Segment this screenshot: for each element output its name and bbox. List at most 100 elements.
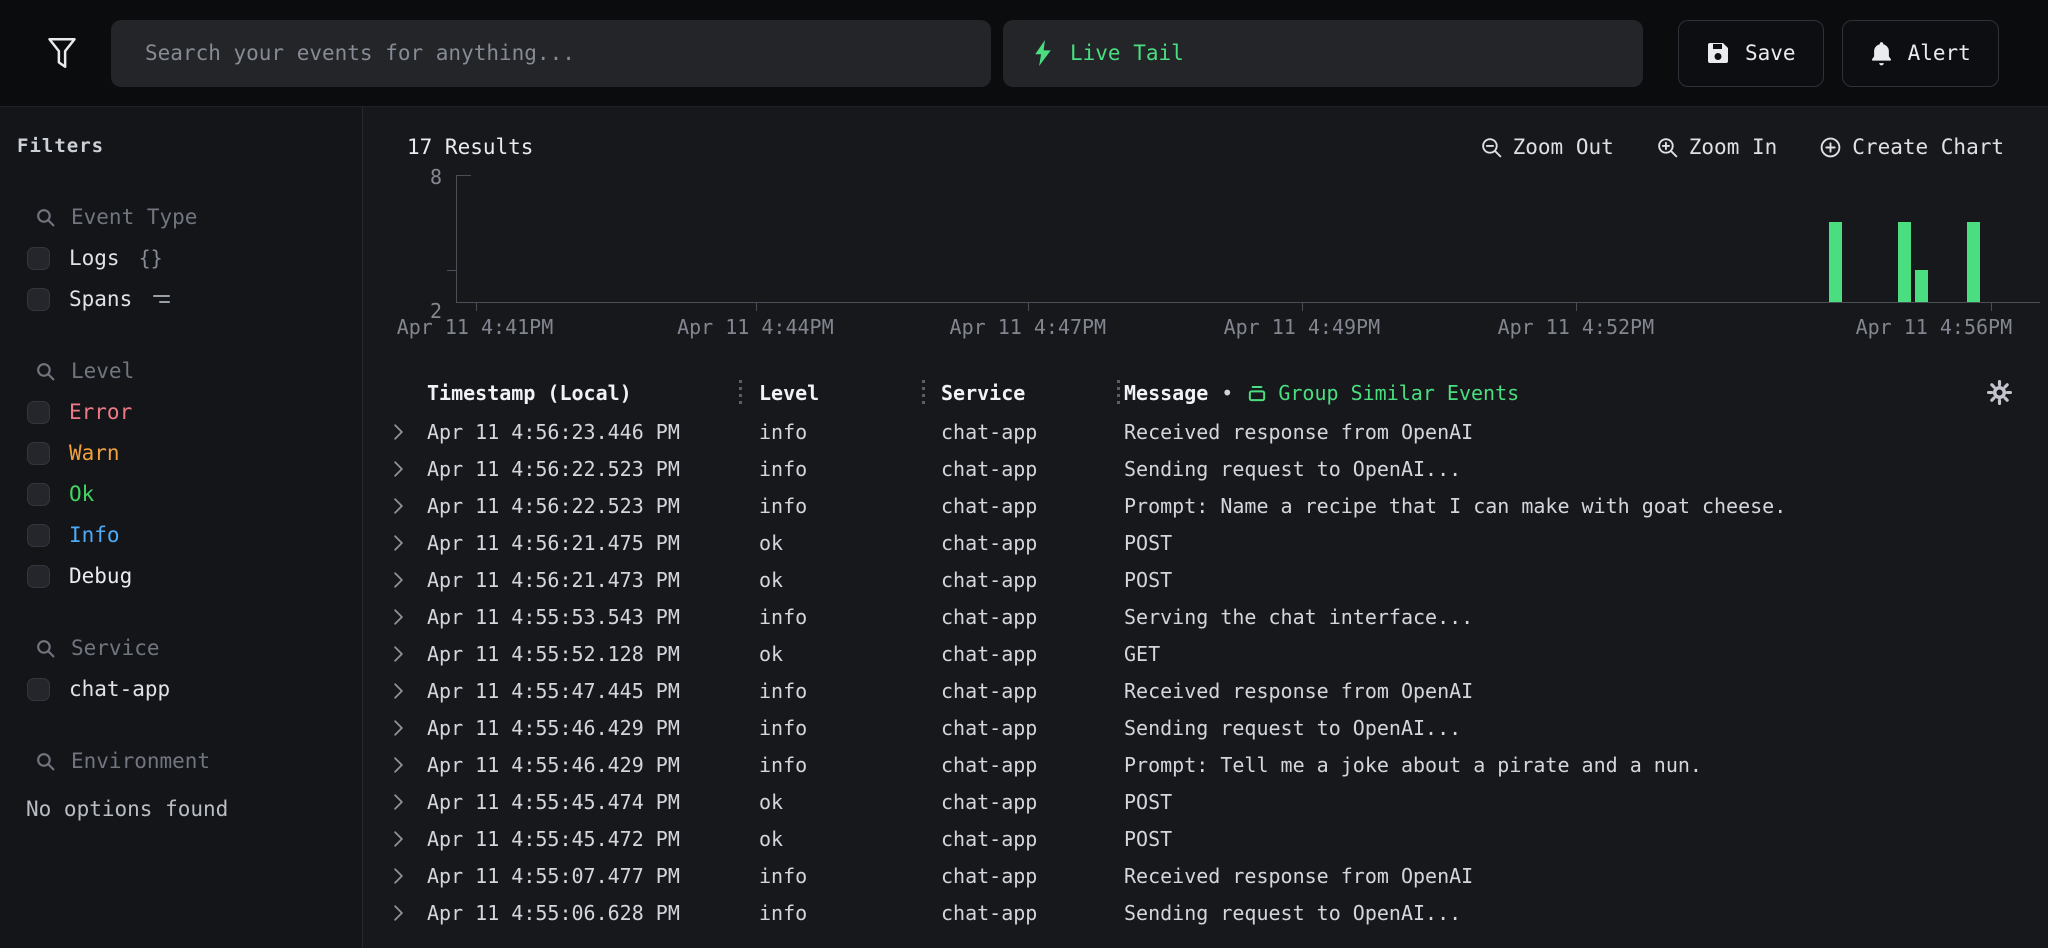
x-axis-label: Apr 11 4:52PM <box>1498 315 1655 339</box>
event-service: chat-app <box>941 568 1124 592</box>
results-header: 17 Results Zoom Out Zoom In <box>363 107 2048 159</box>
zoom-in-label: Zoom In <box>1689 135 1778 159</box>
zoom-in-button[interactable]: Zoom In <box>1656 135 1778 159</box>
no-options-text: No options found <box>26 797 362 821</box>
event-level: info <box>759 679 941 703</box>
level-label: Error <box>69 400 132 424</box>
filter-item-level[interactable]: Debug <box>27 564 362 588</box>
level-search[interactable]: Level <box>35 359 362 383</box>
y-axis-tick-mark <box>447 270 457 271</box>
chart-plot[interactable] <box>456 175 2040 303</box>
save-button[interactable]: Save <box>1678 20 1824 87</box>
chevron-right-icon[interactable] <box>391 534 427 552</box>
event-row[interactable]: Apr 11 4:56:22.523 PM info chat-app Send… <box>363 450 2048 487</box>
event-level: info <box>759 494 941 518</box>
chevron-right-icon[interactable] <box>391 497 427 515</box>
alert-button[interactable]: Alert <box>1842 20 1999 87</box>
filter-funnel-icon[interactable] <box>44 36 80 70</box>
filter-item-logs[interactable]: Logs {} <box>27 246 362 270</box>
chevron-right-icon[interactable] <box>391 719 427 737</box>
level-checkbox[interactable] <box>27 565 50 588</box>
event-timestamp: Apr 11 4:55:47.445 PM <box>427 679 759 703</box>
event-row[interactable]: Apr 11 4:55:45.474 PM ok chat-app POST <box>363 783 2048 820</box>
chevron-right-icon[interactable] <box>391 830 427 848</box>
level-column-resize-handle[interactable] <box>739 380 742 406</box>
event-level: ok <box>759 568 941 592</box>
group-similar-events-label: Group Similar Events <box>1278 381 1519 405</box>
event-level: info <box>759 605 941 629</box>
event-row[interactable]: Apr 11 4:55:07.477 PM info chat-app Rece… <box>363 857 2048 894</box>
environment-search[interactable]: Environment <box>35 749 362 773</box>
chevron-right-icon[interactable] <box>391 867 427 885</box>
group-similar-events-button[interactable]: Group Similar Events <box>1246 381 1519 405</box>
chevron-right-icon[interactable] <box>391 793 427 811</box>
level-checkbox[interactable] <box>27 483 50 506</box>
y-axis-top-cap <box>457 175 471 176</box>
level-checkbox[interactable] <box>27 442 50 465</box>
event-message: POST <box>1124 790 2012 814</box>
search-placeholder: Search your events for anything... <box>145 41 575 65</box>
chevron-right-icon[interactable] <box>391 682 427 700</box>
event-row[interactable]: Apr 11 4:55:53.543 PM info chat-app Serv… <box>363 598 2048 635</box>
timestamp-column-header[interactable]: Timestamp (Local) <box>427 381 759 405</box>
alert-label: Alert <box>1908 41 1971 65</box>
level-label: Debug <box>69 564 132 588</box>
event-row[interactable]: Apr 11 4:56:21.475 PM ok chat-app POST <box>363 524 2048 561</box>
create-chart-button[interactable]: Create Chart <box>1819 135 2004 159</box>
message-column-resize-handle[interactable] <box>1117 380 1120 406</box>
event-row[interactable]: Apr 11 4:55:46.429 PM info chat-app Prom… <box>363 746 2048 783</box>
service-column-header[interactable]: Service <box>941 381 1124 405</box>
event-row[interactable]: Apr 11 4:55:52.128 PM ok chat-app GET <box>363 635 2048 672</box>
event-row[interactable]: Apr 11 4:56:23.446 PM info chat-app Rece… <box>363 413 2048 450</box>
event-timestamp: Apr 11 4:55:46.429 PM <box>427 716 759 740</box>
zoom-out-label: Zoom Out <box>1513 135 1614 159</box>
event-timestamp: Apr 11 4:55:52.128 PM <box>427 642 759 666</box>
spans-checkbox[interactable] <box>27 288 50 311</box>
event-row[interactable]: Apr 11 4:55:46.429 PM info chat-app Send… <box>363 709 2048 746</box>
chevron-right-icon[interactable] <box>391 423 427 441</box>
filter-item-level[interactable]: Error <box>27 400 362 424</box>
message-header-label[interactable]: Message <box>1124 381 1208 405</box>
filter-item-level[interactable]: Info <box>27 523 362 547</box>
events-histogram: 8 2 Apr 11 4:41PMApr 11 4:44PMApr 11 4:4… <box>456 175 2040 343</box>
filter-item-chat-app[interactable]: chat-app <box>27 677 362 701</box>
event-row[interactable]: Apr 11 4:55:47.445 PM info chat-app Rece… <box>363 672 2048 709</box>
event-level: ok <box>759 827 941 851</box>
event-row[interactable]: Apr 11 4:56:22.523 PM info chat-app Prom… <box>363 487 2048 524</box>
chevron-right-icon[interactable] <box>391 571 427 589</box>
live-tail-button[interactable]: Live Tail <box>1003 20 1643 87</box>
level-checkbox[interactable] <box>27 401 50 424</box>
service-search[interactable]: Service <box>35 636 362 660</box>
level-column-header[interactable]: Level <box>759 381 941 405</box>
event-service: chat-app <box>941 679 1124 703</box>
event-message: Received response from OpenAI <box>1124 864 2012 888</box>
level-checkbox[interactable] <box>27 524 50 547</box>
chevron-right-icon[interactable] <box>391 904 427 922</box>
filter-item-spans[interactable]: Spans <box>27 287 362 311</box>
lightning-bolt-icon <box>1033 40 1053 66</box>
search-input[interactable]: Search your events for anything... <box>111 20 991 87</box>
event-timestamp: Apr 11 4:56:21.473 PM <box>427 568 759 592</box>
service-column-resize-handle[interactable] <box>922 380 925 406</box>
logs-checkbox[interactable] <box>27 247 50 270</box>
chat-app-label: chat-app <box>69 677 170 701</box>
chat-app-checkbox[interactable] <box>27 678 50 701</box>
filter-item-level[interactable]: Ok <box>27 482 362 506</box>
chevron-right-icon[interactable] <box>391 460 427 478</box>
floppy-disk-icon <box>1706 41 1730 65</box>
event-row[interactable]: Apr 11 4:55:45.472 PM ok chat-app POST <box>363 820 2048 857</box>
event-timestamp: Apr 11 4:55:45.474 PM <box>427 790 759 814</box>
gear-icon[interactable] <box>1987 380 2012 410</box>
event-row[interactable]: Apr 11 4:55:06.628 PM info chat-app Send… <box>363 894 2048 931</box>
filter-item-level[interactable]: Warn <box>27 441 362 465</box>
event-message: POST <box>1124 568 2012 592</box>
zoom-out-button[interactable]: Zoom Out <box>1480 135 1614 159</box>
event-timestamp: Apr 11 4:56:23.446 PM <box>427 420 759 444</box>
chevron-right-icon[interactable] <box>391 756 427 774</box>
chevron-right-icon[interactable] <box>391 645 427 663</box>
event-message: Prompt: Tell me a joke about a pirate an… <box>1124 753 2012 777</box>
app: Search your events for anything... Live … <box>0 0 2048 948</box>
event-row[interactable]: Apr 11 4:56:21.473 PM ok chat-app POST <box>363 561 2048 598</box>
event-type-search[interactable]: Event Type <box>35 205 362 229</box>
chevron-right-icon[interactable] <box>391 608 427 626</box>
